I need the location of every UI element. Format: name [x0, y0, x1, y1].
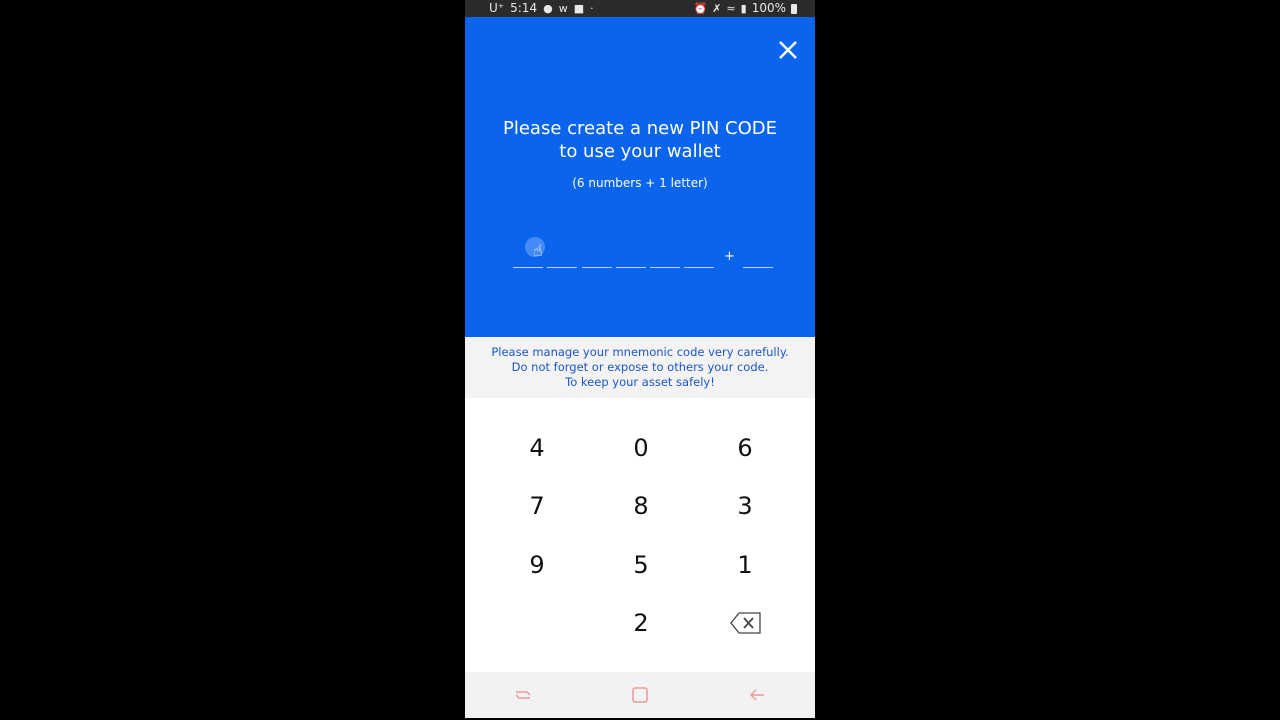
backspace-button[interactable] — [696, 598, 796, 648]
pin-digit-slot — [650, 267, 680, 268]
key-8[interactable]: 8 — [591, 481, 691, 531]
back-button[interactable] — [737, 680, 777, 710]
close-icon — [779, 41, 797, 59]
key-4[interactable]: 4 — [487, 423, 587, 473]
chat-icon: ■ — [573, 2, 585, 15]
mute-icon: ✗ — [712, 2, 722, 15]
dot-icon: · — [590, 2, 594, 15]
security-notice: Please manage your mnemonic code very ca… — [465, 337, 815, 398]
title-line-1: Please create a new PIN CODE — [503, 118, 777, 139]
key-9[interactable]: 9 — [487, 540, 587, 590]
notice-line-3: To keep your asset safely! — [565, 375, 715, 389]
pin-header: Please create a new PIN CODE to use your… — [465, 17, 815, 337]
recent-apps-button[interactable] — [503, 680, 543, 710]
back-icon — [749, 689, 764, 701]
key-1[interactable]: 1 — [695, 540, 795, 590]
pin-digit-slot — [684, 267, 714, 268]
signal-icon: ▮ — [740, 2, 747, 15]
battery-percent: 100% — [751, 1, 786, 15]
page-title: Please create a new PIN CODE to use your… — [465, 117, 815, 163]
system-nav-bar — [465, 672, 815, 718]
pin-plus-separator: + — [724, 249, 735, 264]
home-button[interactable] — [620, 680, 660, 710]
key-6[interactable]: 6 — [695, 423, 795, 473]
key-0[interactable]: 0 — [591, 423, 691, 473]
pin-digit-slot — [616, 267, 646, 268]
pin-digit-slot — [582, 267, 612, 268]
pin-letter-slot — [743, 267, 773, 268]
pin-digit-slot — [513, 267, 543, 268]
backspace-icon — [730, 612, 761, 634]
alarm-icon: ⏰ — [693, 2, 708, 15]
wifi-icon: ≈ — [726, 2, 736, 15]
key-7[interactable]: 7 — [487, 481, 587, 531]
pin-format-hint: (6 numbers + 1 letter) — [572, 176, 708, 190]
close-button[interactable] — [775, 37, 801, 63]
hand-cursor-icon: ☝ — [533, 241, 543, 260]
key-3[interactable]: 3 — [695, 481, 795, 531]
recent-apps-icon — [515, 691, 531, 699]
clock: 5:14 — [510, 1, 538, 15]
messenger-icon: ● — [543, 2, 553, 15]
number-keypad: 4 0 6 7 8 3 9 5 1 2 — [465, 398, 815, 672]
notice-line-2: Do not forget or expose to others your c… — [511, 360, 769, 374]
w-app-icon: w — [558, 2, 568, 15]
status-bar: U⁺ 5:14 ● w ■ · ⏰ ✗ ≈ ▮ 100% — [465, 0, 815, 17]
pin-digit-slot — [547, 267, 577, 268]
pin-input[interactable]: + ☝ — [513, 237, 783, 272]
key-2[interactable]: 2 — [591, 598, 691, 648]
battery-icon — [791, 3, 797, 14]
carrier-label: U⁺ — [489, 1, 505, 15]
key-5[interactable]: 5 — [591, 540, 691, 590]
home-icon — [632, 687, 648, 703]
title-line-2: to use your wallet — [559, 141, 721, 162]
phone-screen: U⁺ 5:14 ● w ■ · ⏰ ✗ ≈ ▮ 100% Please crea… — [465, 0, 815, 718]
notice-line-1: Please manage your mnemonic code very ca… — [491, 345, 789, 359]
